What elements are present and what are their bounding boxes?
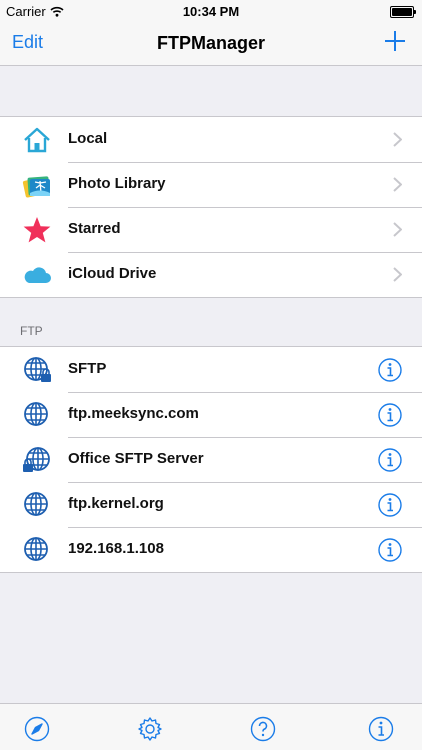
star-icon bbox=[23, 217, 51, 243]
chevron-right-icon bbox=[393, 177, 402, 192]
list-item-server[interactable]: SFTP bbox=[0, 347, 422, 392]
server-label: Office SFTP Server bbox=[68, 450, 204, 467]
list-item-server[interactable]: Office SFTP Server bbox=[0, 437, 422, 482]
status-bar: Carrier 10:34 PM bbox=[0, 0, 422, 24]
server-label: ftp.kernel.org bbox=[68, 495, 164, 512]
list-item-label: Photo Library bbox=[68, 175, 166, 192]
list-item-server[interactable]: ftp.kernel.org bbox=[0, 482, 422, 527]
server-label: 192.168.1.108 bbox=[68, 540, 164, 557]
server-label: ftp.meeksync.com bbox=[68, 405, 199, 422]
ftp-server-list: SFTP ftp.meeksync.com Office SFTP Server bbox=[0, 346, 422, 573]
chevron-right-icon bbox=[393, 267, 402, 282]
list-item-photo-library[interactable]: Photo Library bbox=[0, 162, 422, 207]
list-item-local[interactable]: Local bbox=[0, 117, 422, 162]
globe-icon bbox=[24, 537, 48, 561]
info-icon[interactable] bbox=[378, 448, 402, 472]
info-icon[interactable] bbox=[378, 538, 402, 562]
clock: 10:34 PM bbox=[182, 4, 240, 19]
globe-icon bbox=[24, 492, 48, 516]
help-icon[interactable] bbox=[250, 716, 276, 742]
list-item-starred[interactable]: Starred bbox=[0, 207, 422, 252]
info-icon[interactable] bbox=[378, 493, 402, 517]
list-item-label: Local bbox=[68, 130, 108, 147]
list-item-icloud-drive[interactable]: iCloud Drive bbox=[0, 252, 422, 297]
server-label: SFTP bbox=[68, 360, 107, 377]
list-item-label: iCloud Drive bbox=[68, 265, 157, 282]
compass-icon[interactable] bbox=[24, 716, 50, 742]
page-title: FTPManager bbox=[156, 33, 266, 53]
chevron-right-icon bbox=[393, 222, 402, 237]
list-item-server[interactable]: ftp.meeksync.com bbox=[0, 392, 422, 437]
battery-icon bbox=[390, 6, 416, 18]
info-icon[interactable] bbox=[378, 358, 402, 382]
photo-library-icon bbox=[22, 176, 50, 198]
globe-icon bbox=[24, 402, 48, 426]
navigation-bar: Edit FTPManager bbox=[0, 24, 422, 66]
section-header-ftp: FTP bbox=[20, 324, 43, 338]
locations-list: Local Photo Library Starred iCloud Drive bbox=[0, 116, 422, 298]
info-icon[interactable] bbox=[378, 403, 402, 427]
globe-lock-icon bbox=[24, 357, 51, 382]
gear-icon[interactable] bbox=[137, 716, 163, 742]
tab-bar bbox=[0, 703, 422, 750]
chevron-right-icon bbox=[393, 132, 402, 147]
cloud-icon bbox=[24, 267, 51, 283]
list-item-label: Starred bbox=[68, 220, 121, 237]
list-item-server[interactable]: 192.168.1.108 bbox=[0, 527, 422, 572]
add-icon[interactable] bbox=[384, 30, 406, 52]
globe-lock-icon bbox=[23, 447, 50, 472]
house-icon bbox=[24, 127, 50, 153]
info-icon[interactable] bbox=[368, 716, 394, 742]
